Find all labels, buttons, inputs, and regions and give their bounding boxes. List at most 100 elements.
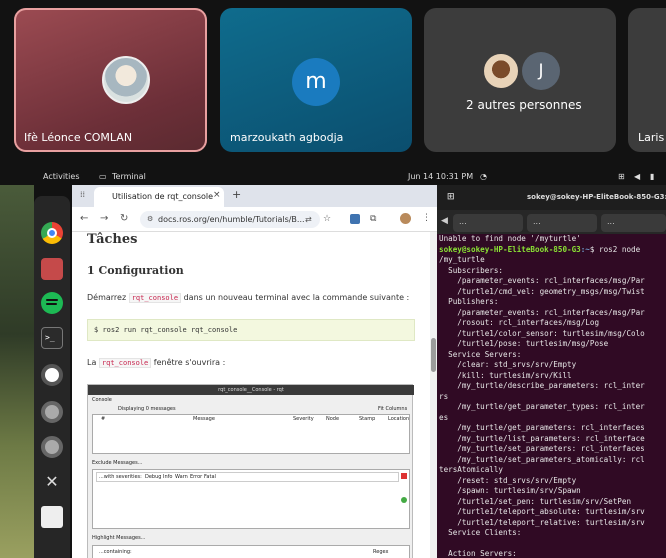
tab-strip: ⁞⁞ Utilisation de rqt_console × + bbox=[72, 185, 437, 207]
terminal-line: /turtle1/color_sensor: turtlesim/msg/Col… bbox=[439, 328, 645, 338]
rqt-console-screenshot: rqt_console__Console - rqt Console Displ… bbox=[87, 384, 414, 558]
menu-kebab-icon[interactable]: ⋮ bbox=[422, 213, 431, 223]
prompt-path: :~ bbox=[580, 244, 590, 254]
terminal-line: /my_turtle/set_parameters_atomically: rc… bbox=[439, 454, 645, 464]
terminal-icon[interactable]: >_ bbox=[41, 327, 63, 349]
reload-icon[interactable]: ↻ bbox=[120, 213, 128, 224]
activities-button[interactable]: Activities bbox=[43, 172, 80, 181]
terminal-line: Unable to find node '/myturtle' bbox=[439, 234, 581, 243]
forward-icon[interactable]: → bbox=[100, 213, 108, 224]
terminal-line: Publishers: bbox=[439, 297, 499, 306]
network-icon[interactable]: ⊞ bbox=[618, 172, 625, 181]
participant-avatar bbox=[102, 56, 150, 104]
terminal-window: ⊞ sokey@sokey-HP-EliteBook-850-G3: ~ ◀ .… bbox=[437, 185, 666, 558]
terminal-line: /rosout: rcl_interfaces/msg/Log bbox=[439, 318, 600, 327]
tab-title: Utilisation de rqt_console bbox=[112, 192, 214, 201]
battery-icon[interactable]: ▮ bbox=[650, 172, 654, 181]
terminal-header: ⊞ sokey@sokey-HP-EliteBook-850-G3: ~ bbox=[437, 185, 666, 210]
terminal-menu-icon[interactable]: ⊞ bbox=[447, 192, 455, 202]
extensions-puzzle-icon[interactable]: ⧉ bbox=[370, 214, 376, 224]
settings-icon[interactable] bbox=[41, 436, 63, 458]
participant-name: Laris bbox=[638, 131, 665, 144]
terminal-title: sokey@sokey-HP-EliteBook-850-G3: ~ bbox=[527, 193, 666, 201]
participant-name: 2 autres personnes bbox=[466, 98, 582, 112]
translate-icon[interactable]: ⇄ bbox=[305, 215, 312, 224]
scrollbar-thumb[interactable] bbox=[431, 338, 436, 372]
prompt-command: $ ros2 node bbox=[589, 244, 641, 254]
terminal-tab[interactable]: ... bbox=[527, 214, 597, 232]
terminal-line: /my_turtle/list_parameters: rcl_interfac… bbox=[439, 433, 645, 443]
rqt-message-table: # Message Severity Node Stamp Location bbox=[92, 414, 410, 454]
paragraph: La rqt_console fenêtre s'ouvrira : bbox=[87, 358, 226, 368]
toolbar: ← → ↻ docs.ros.org/en/humble/Tutorials/B… bbox=[72, 207, 437, 232]
participant-avatar: J bbox=[522, 52, 560, 90]
tools-icon[interactable]: ✕ bbox=[41, 471, 63, 493]
rqt-highlight-label: Highlight Messages... bbox=[92, 535, 146, 541]
rqt-severity: Error bbox=[190, 474, 203, 480]
participant-avatar: m bbox=[292, 58, 340, 106]
close-tab-icon[interactable]: × bbox=[213, 190, 221, 200]
chrome-icon[interactable] bbox=[41, 222, 63, 244]
site-info-icon[interactable]: ⚙ bbox=[147, 215, 153, 223]
paragraph: Démarrez rqt_console dans un nouveau ter… bbox=[87, 293, 410, 303]
profile-avatar[interactable] bbox=[400, 213, 411, 224]
rqt-regex-label: Regex bbox=[373, 549, 389, 555]
participant-tile[interactable]: Laris bbox=[628, 8, 666, 152]
extension-icon[interactable] bbox=[350, 214, 360, 224]
terminal-tab[interactable]: ... bbox=[453, 214, 523, 232]
heading-tasks: Tâches bbox=[87, 232, 138, 247]
terminal-tab[interactable]: ... bbox=[601, 214, 666, 232]
rqt-title: rqt_console__Console - rqt bbox=[88, 385, 414, 395]
participant-avatar bbox=[482, 52, 520, 90]
rqt-column-header: Severity bbox=[293, 416, 314, 422]
tab-list-icon[interactable]: ⁞⁞ bbox=[80, 190, 85, 199]
terminal-line: Action Servers: bbox=[439, 549, 517, 558]
url-text: docs.ros.org/en/humble/Tutorials/B... bbox=[158, 215, 305, 224]
screen: Ifè Léonce COMLAN m marzoukath agbodja J… bbox=[0, 0, 666, 558]
terminal-line: /turtle1/teleport_absolute: turtlesim/sr… bbox=[439, 507, 645, 516]
rqt-severity: Warn bbox=[175, 474, 188, 480]
rqt-remove-icon bbox=[401, 473, 407, 479]
terminal-line: /my_turtle/describe_parameters: rcl_inte… bbox=[439, 381, 645, 390]
spotify-icon[interactable] bbox=[41, 292, 63, 314]
rqt-fit-columns: Fit Columns bbox=[378, 406, 408, 412]
bookmark-star-icon[interactable]: ☆ bbox=[323, 214, 331, 224]
participant-tile[interactable]: m marzoukath agbodja bbox=[220, 8, 412, 152]
terminal-line: /my_turtle bbox=[439, 255, 485, 264]
files-icon[interactable] bbox=[41, 258, 63, 280]
participant-tile-group[interactable]: J 2 autres personnes bbox=[424, 8, 616, 152]
terminal-tab-bar: ◀ ... ... ... bbox=[437, 210, 666, 234]
page-scrollbar[interactable] bbox=[430, 232, 437, 558]
terminal-line: Service Clients: bbox=[439, 528, 522, 537]
terminal-line: /turtle1/set_pen: turtlesim/srv/SetPen bbox=[439, 496, 632, 506]
terminal-output[interactable]: Unable to find node '/myturtle' sokey@sok… bbox=[439, 234, 666, 558]
clock[interactable]: Jun 14 10:31 PM bbox=[408, 172, 473, 181]
new-tab-button[interactable]: + bbox=[232, 188, 241, 201]
rqt-containing-label: ...containing: bbox=[99, 549, 132, 555]
terminal-line: /my_turtle/set_parameters: rcl_interface… bbox=[439, 444, 645, 453]
terminal-line: /turtle1/pose: turtlesim/msg/Pose bbox=[439, 339, 609, 348]
settings-icon[interactable] bbox=[41, 364, 63, 386]
terminal-line: es bbox=[439, 412, 449, 422]
rqt-column-header: Location bbox=[388, 416, 410, 422]
terminal-line: /clear: std_srvs/srv/Empty bbox=[439, 360, 577, 369]
tab-rqt-console[interactable]: Utilisation de rqt_console bbox=[94, 187, 224, 207]
terminal-line: /my_turtle/get_parameters: rcl_interface… bbox=[439, 423, 645, 432]
rqt-add-icon bbox=[401, 497, 407, 503]
dock: >_ ✕ bbox=[34, 196, 70, 558]
code-block[interactable]: $ ros2 run rqt_console rqt_console bbox=[87, 319, 415, 341]
volume-icon[interactable]: ◀ bbox=[634, 172, 640, 181]
heading-configuration: 1 Configuration bbox=[87, 264, 184, 277]
settings-icon[interactable] bbox=[41, 401, 63, 423]
terminal-line: /parameter_events: rcl_interfaces/msg/Pa… bbox=[439, 307, 645, 317]
mail-icon[interactable] bbox=[41, 506, 63, 528]
participant-tile[interactable]: Ifè Léonce COMLAN bbox=[14, 8, 207, 152]
address-bar[interactable]: docs.ros.org/en/humble/Tutorials/B... bbox=[140, 211, 320, 228]
scroll-tabs-left-icon[interactable]: ◀ bbox=[441, 216, 448, 226]
active-app-label[interactable]: Terminal bbox=[112, 172, 146, 181]
browser-window: ⁞⁞ Utilisation de rqt_console × + ← → ↻ … bbox=[72, 185, 437, 558]
desktop-background bbox=[0, 185, 34, 558]
terminal-line: rs bbox=[439, 391, 449, 401]
page-content: Tâches 1 Configuration Démarrez rqt_cons… bbox=[72, 232, 430, 558]
back-icon[interactable]: ← bbox=[80, 213, 88, 224]
